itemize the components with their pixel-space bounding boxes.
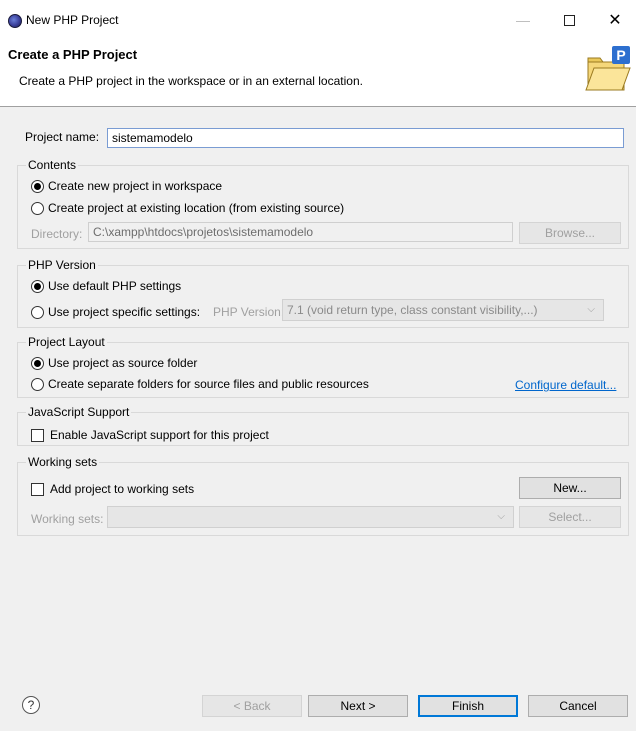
configure-default-link[interactable]: Configure default...: [515, 378, 616, 392]
maximize-icon: [563, 14, 575, 26]
radio-existing-location-label: Create project at existing location (fro…: [48, 201, 345, 215]
project-name-row: Project name:: [25, 130, 99, 144]
maximize-button[interactable]: [546, 6, 592, 34]
chevron-down-icon: ⌵: [587, 304, 595, 315]
radio-separate-folders-label: Create separate folders for source files…: [48, 377, 369, 391]
add-to-working-sets-label: Add project to working sets: [50, 482, 195, 496]
directory-label: Directory:: [31, 227, 83, 241]
php-version-label: PHP Version:: [213, 305, 285, 319]
checkbox-unchecked-indicator: [31, 482, 44, 496]
php-version-value: 7.1 (void return type, class constant vi…: [287, 303, 538, 317]
radio-source-folder-label: Use project as source folder: [48, 356, 198, 370]
window-title: New PHP Project: [26, 13, 119, 27]
directory-input[interactable]: C:\xampp\htdocs\projetos\sistemamodelo: [88, 222, 513, 242]
new-working-set-button[interactable]: New...: [519, 477, 621, 499]
checkbox-unchecked-indicator: [31, 428, 44, 442]
minimize-button[interactable]: —: [500, 6, 546, 34]
radio-source-folder[interactable]: Use project as source folder: [31, 356, 197, 370]
finish-button[interactable]: Finish: [418, 695, 518, 717]
select-working-sets-button[interactable]: Select...: [519, 506, 621, 528]
close-icon: ✕: [608, 12, 622, 29]
back-button[interactable]: < Back: [202, 695, 302, 717]
enable-javascript-label: Enable JavaScript support for this proje…: [50, 428, 269, 442]
radio-unselected-indicator: [31, 305, 44, 319]
radio-specific-php[interactable]: Use project specific settings:: [31, 305, 200, 319]
radio-unselected-indicator: [31, 201, 44, 215]
title-bar: New PHP Project — ✕: [0, 0, 636, 40]
add-to-working-sets-checkbox[interactable]: Add project to working sets: [31, 482, 194, 496]
working-sets-legend: Working sets: [26, 455, 100, 469]
project-name-input[interactable]: sistemamodelo: [107, 128, 624, 148]
php-version-select[interactable]: 7.1 (void return type, class constant vi…: [282, 299, 604, 321]
radio-selected-indicator: [31, 356, 44, 370]
wizard-header: Create a PHP Project Create a PHP projec…: [0, 40, 636, 107]
javascript-support-legend: JavaScript Support: [26, 405, 132, 419]
working-sets-select[interactable]: ⌵: [107, 506, 514, 528]
page-title: Create a PHP Project: [8, 47, 138, 62]
php-version-legend: PHP Version: [26, 258, 98, 272]
close-button[interactable]: ✕: [592, 6, 636, 34]
contents-legend: Contents: [26, 158, 79, 172]
php-folder-icon: P: [585, 46, 631, 91]
radio-default-php[interactable]: Use default PHP settings: [31, 279, 181, 293]
radio-specific-php-label: Use project specific settings:: [48, 305, 201, 319]
browse-button[interactable]: Browse...: [519, 222, 621, 244]
project-layout-legend: Project Layout: [26, 335, 107, 349]
radio-selected-indicator: [31, 179, 44, 193]
radio-create-in-workspace-label: Create new project in workspace: [48, 179, 223, 193]
svg-text:P: P: [616, 47, 625, 63]
page-description: Create a PHP project in the workspace or…: [19, 74, 363, 88]
cancel-button[interactable]: Cancel: [528, 695, 628, 717]
radio-existing-location[interactable]: Create project at existing location (fro…: [31, 201, 344, 215]
help-icon[interactable]: ?: [22, 696, 40, 714]
eclipse-app-icon: [8, 14, 22, 28]
enable-javascript-checkbox[interactable]: Enable JavaScript support for this proje…: [31, 428, 269, 442]
wizard-footer: ? < Back Next > Finish Cancel: [0, 679, 636, 731]
radio-unselected-indicator: [31, 377, 44, 391]
working-sets-label: Working sets:: [31, 512, 104, 526]
project-name-label: Project name:: [25, 130, 100, 144]
radio-create-in-workspace[interactable]: Create new project in workspace: [31, 179, 222, 193]
radio-separate-folders[interactable]: Create separate folders for source files…: [31, 377, 369, 391]
next-button[interactable]: Next >: [308, 695, 408, 717]
chevron-down-icon: ⌵: [497, 511, 505, 522]
radio-default-php-label: Use default PHP settings: [48, 279, 182, 293]
radio-selected-indicator: [31, 279, 44, 293]
